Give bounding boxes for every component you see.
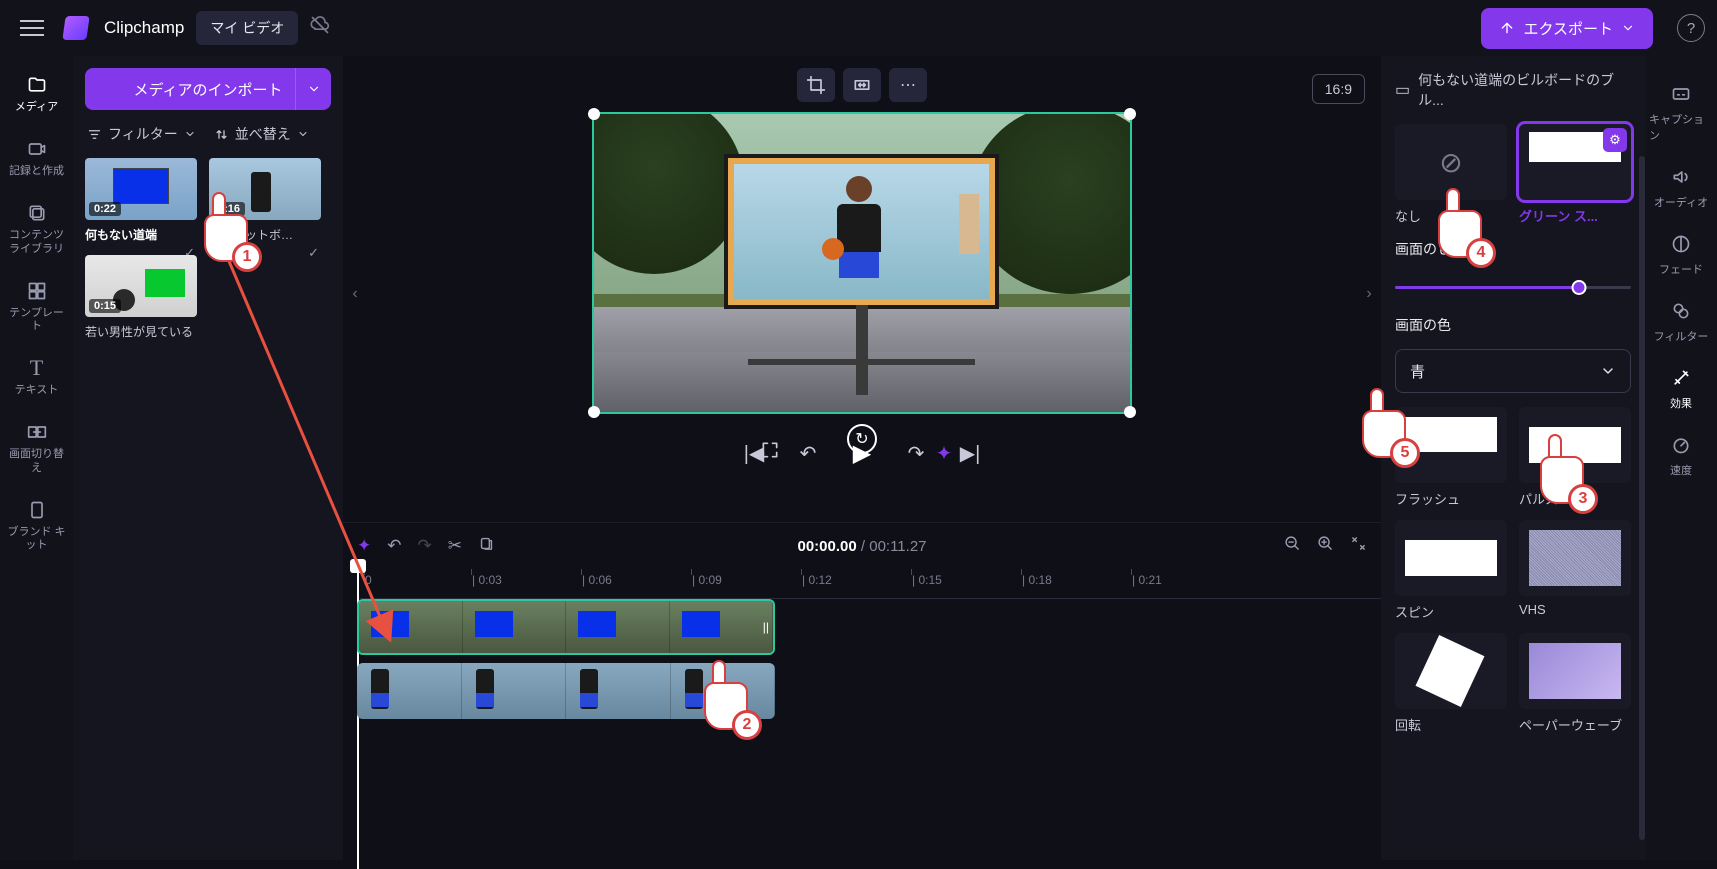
skip-end[interactable]: ▶|	[956, 441, 984, 466]
rr-effects[interactable]: 効果	[1649, 358, 1713, 419]
fx-paper[interactable]: ペーパーウェーブ	[1519, 633, 1631, 734]
menu-button[interactable]	[12, 8, 52, 48]
timeline-clip-1[interactable]: || 🔊 ||	[357, 599, 775, 655]
stage-prev[interactable]: ‹	[343, 285, 367, 303]
my-videos-button[interactable]: マイ ビデオ	[196, 11, 298, 45]
import-media-button[interactable]: メディアのインポート	[85, 68, 331, 110]
sync-off-icon	[310, 15, 330, 41]
media-clip-2[interactable]: 0:16 バスケットボ… ✓	[209, 158, 321, 243]
fx-vhs[interactable]: VHS	[1519, 520, 1631, 621]
rewind[interactable]: ↶	[794, 441, 822, 466]
timeline-clip-2[interactable]	[357, 663, 775, 719]
rail-templates[interactable]: テンプレート	[4, 270, 69, 343]
effects-panel: ▭何もない道端のビルボードのブル... ⊘なし ⚙グリーン ス... 画面のしき…	[1381, 56, 1645, 860]
media-clip-1[interactable]: 0:22 何もない道端 ✓	[85, 158, 197, 243]
undo[interactable]: ↶	[387, 536, 401, 556]
fit-button[interactable]	[843, 68, 881, 102]
clip-icon: ▭	[1395, 80, 1410, 100]
canvas-area: ‹ › ⋯ 16:9	[343, 56, 1381, 514]
rail-media[interactable]: メディア	[4, 64, 69, 124]
app-name: Clipchamp	[104, 18, 184, 38]
settings-icon[interactable]: ⚙	[1603, 128, 1627, 152]
rail-transitions[interactable]: 画面切り替え	[4, 411, 69, 484]
none-icon: ⊘	[1439, 146, 1462, 179]
timeline-ruler[interactable]: 0 | 0:03 | 0:06 | 0:09 | 0:12 | 0:15 | 0…	[357, 569, 1381, 599]
media-clip-3[interactable]: 0:15 若い男性が見ている	[85, 255, 197, 340]
preview-canvas[interactable]: ↻	[592, 112, 1132, 414]
media-panel: メディアのインポート フィルター 並べ替え 0:22 何もない道端 ✓ 0:16…	[73, 56, 343, 860]
tl-ai[interactable]: ✦	[357, 536, 371, 556]
fx-greenscreen[interactable]: ⚙グリーン ス...	[1519, 124, 1631, 225]
fullscreen[interactable]	[756, 440, 784, 466]
zoom-fit[interactable]	[1350, 535, 1367, 557]
forward[interactable]: ↷	[902, 441, 930, 466]
fx-none[interactable]: ⊘なし	[1395, 124, 1507, 225]
topbar: Clipchamp マイ ビデオ エクスポート ?	[0, 0, 1717, 56]
timeline-time: 00:00.00 / 00:11.27	[797, 538, 926, 555]
ai-button[interactable]: ✦	[930, 441, 958, 466]
app-logo	[62, 16, 89, 40]
timeline: ⌄ ✦ ↶ ↷ ✂ 00:00.00 / 00:11.27 0 | 0:03 |…	[343, 522, 1381, 860]
split[interactable]: ✂	[448, 536, 462, 556]
fx-flash[interactable]: フラッシュ	[1395, 407, 1507, 508]
redo[interactable]: ↷	[418, 536, 432, 556]
threshold-label: 画面のしきい値	[1395, 239, 1631, 259]
zoom-in[interactable]	[1317, 535, 1334, 557]
play-button[interactable]: ▶	[848, 439, 876, 468]
fx-pulse[interactable]: パルス	[1519, 407, 1631, 508]
threshold-slider[interactable]	[1395, 277, 1631, 297]
rr-captions[interactable]: キャプション	[1649, 74, 1713, 151]
more-button[interactable]: ⋯	[889, 68, 927, 102]
duplicate[interactable]	[478, 535, 495, 557]
filter-button[interactable]: フィルター	[87, 124, 196, 144]
right-rail: キャプション オーディオ フェード フィルター 効果 速度	[1645, 56, 1717, 860]
fx-spin[interactable]: スピン	[1395, 520, 1507, 621]
fx-rotate[interactable]: 回転	[1395, 633, 1507, 734]
rr-speed[interactable]: 速度	[1649, 425, 1713, 486]
sort-button[interactable]: 並べ替え	[214, 124, 309, 144]
crop-button[interactable]	[797, 68, 835, 102]
export-label: エクスポート	[1523, 18, 1613, 39]
rail-library[interactable]: コンテンツ ライブラリ	[4, 192, 69, 265]
aspect-ratio[interactable]: 16:9	[1312, 74, 1365, 104]
rr-filters[interactable]: フィルター	[1649, 291, 1713, 352]
rail-brand[interactable]: ブランド キット	[4, 489, 69, 562]
left-rail: メディア 記録と作成 コンテンツ ライブラリ テンプレート Tテキスト 画面切り…	[0, 56, 73, 860]
rr-fade[interactable]: フェード	[1649, 224, 1713, 285]
rail-record[interactable]: 記録と作成	[4, 128, 69, 188]
rr-audio[interactable]: オーディオ	[1649, 157, 1713, 218]
help-button[interactable]: ?	[1677, 14, 1705, 42]
screen-color-label: 画面の色	[1395, 315, 1631, 335]
screen-color-dropdown[interactable]: 青	[1395, 349, 1631, 393]
zoom-out[interactable]	[1284, 535, 1301, 557]
stage-next[interactable]: ›	[1357, 285, 1381, 303]
rail-text[interactable]: Tテキスト	[4, 347, 69, 407]
check-icon: ✓	[308, 245, 319, 261]
import-media-dropdown[interactable]	[295, 68, 331, 110]
stage: ‹ › ⋯ 16:9	[343, 56, 1381, 860]
export-button[interactable]: エクスポート	[1481, 8, 1653, 49]
